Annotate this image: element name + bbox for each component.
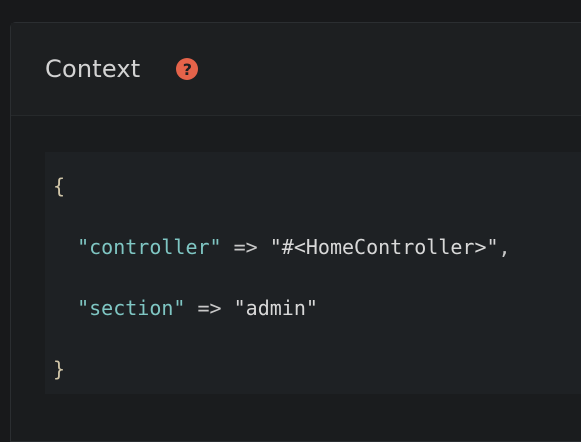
panel-body: { "controller" => "#<HomeController>", "…	[11, 116, 581, 441]
entry-key: "controller"	[77, 235, 222, 259]
code-line-entry: "section" => "admin"	[53, 296, 318, 320]
entry-key: "section"	[77, 296, 186, 320]
code-block: { "controller" => "#<HomeController>", "…	[45, 152, 581, 394]
entry-value: "admin"	[233, 296, 318, 320]
code-line-open: {	[53, 174, 65, 198]
question-circle-icon[interactable]: ?	[176, 58, 199, 80]
panel-title: Context	[45, 55, 141, 83]
entry-value: "#<HomeController>"	[269, 235, 499, 259]
code-line-close: }	[53, 357, 65, 381]
panel-header: Context ?	[11, 23, 581, 116]
entry-arrow: =>	[185, 296, 234, 320]
entry-arrow: =>	[221, 235, 270, 259]
code-line-entry: "controller" => "#<HomeController>",	[53, 235, 511, 259]
entry-trail: ,	[498, 235, 511, 259]
open-brace: {	[53, 174, 66, 198]
context-panel: Context ? { "controller" => "#<HomeContr…	[10, 22, 581, 442]
close-brace: }	[53, 357, 66, 381]
